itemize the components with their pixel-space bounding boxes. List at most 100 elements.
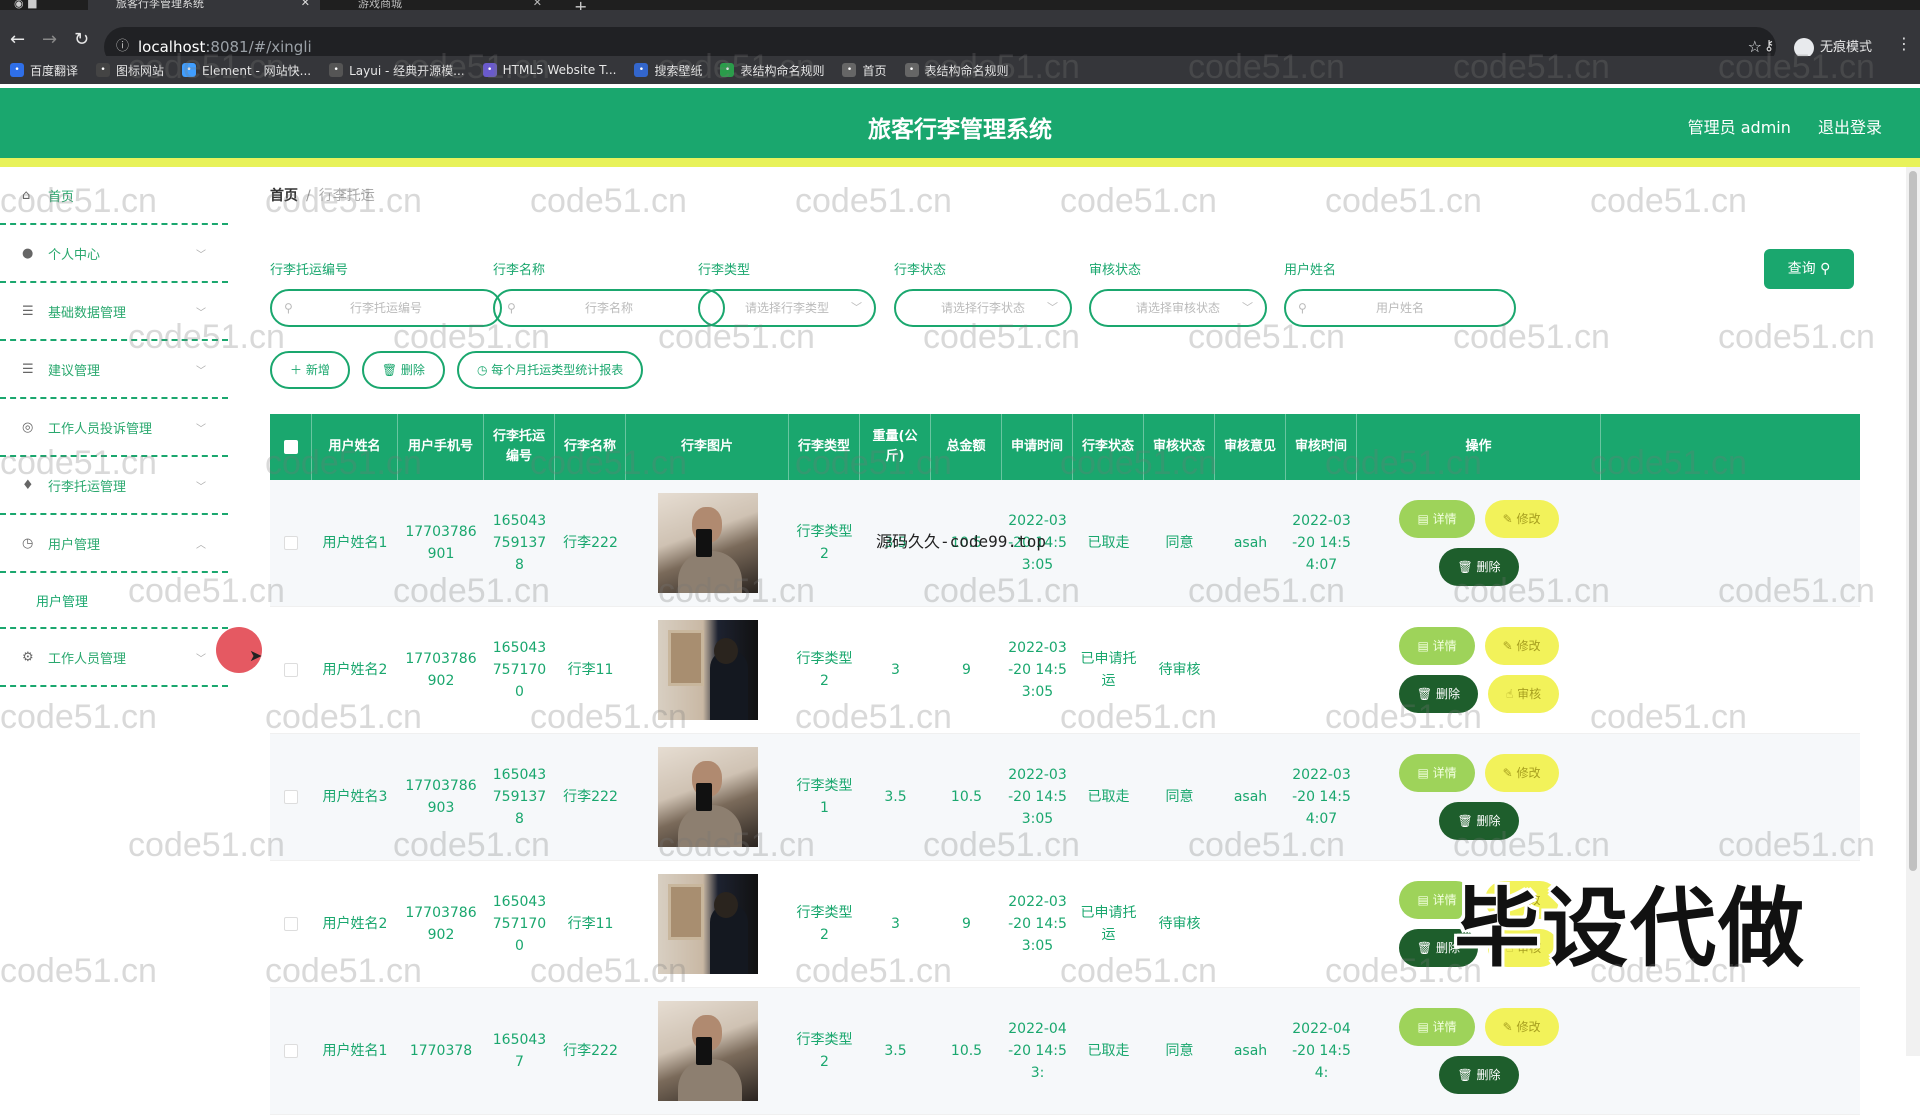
- bookmark-item[interactable]: •百度翻译: [10, 62, 78, 79]
- browser-tab-active[interactable]: 旅客行李管理系统 ✕: [88, 0, 320, 10]
- detail-icon: ▤: [1417, 1020, 1432, 1034]
- edit-button[interactable]: ✎ 修改: [1485, 627, 1559, 665]
- row-checkbox[interactable]: [284, 536, 298, 550]
- photo-phone: [696, 1037, 712, 1065]
- incognito-profile[interactable]: 无痕模式: [1794, 36, 1872, 58]
- bookmark-label: Element - 网站快...: [202, 62, 311, 79]
- bookmark-item[interactable]: •首页: [842, 62, 886, 79]
- edit-button-label: 修改: [1517, 766, 1541, 780]
- del-icon: 🗑: [1417, 941, 1436, 955]
- detail-button[interactable]: ▤ 详情: [1399, 627, 1474, 665]
- cell-audit-time: [1286, 607, 1357, 733]
- delete-button[interactable]: 🗑 删除: [1439, 802, 1518, 840]
- filter-select[interactable]: 请选择行李状态﹀: [894, 289, 1072, 327]
- detail-icon: ▤: [1417, 893, 1432, 907]
- detail-button[interactable]: ▤ 详情: [1399, 500, 1474, 538]
- sidebar-item[interactable]: ◷用户管理︿: [0, 515, 228, 573]
- cell-code: 1650437591378: [484, 480, 555, 606]
- filter-input[interactable]: ⚲行李名称: [493, 289, 725, 327]
- query-button[interactable]: 查询 ⚲: [1764, 249, 1854, 289]
- select-all-checkbox[interactable]: [284, 440, 298, 454]
- bookmark-item[interactable]: •Element - 网站快...: [182, 62, 311, 79]
- logout-link[interactable]: 退出登录: [1818, 118, 1882, 137]
- audit-button[interactable]: ☝ 审核: [1488, 675, 1559, 713]
- cell-code: 1650437571700: [484, 861, 555, 987]
- row-checkbox[interactable]: [284, 663, 298, 677]
- chevron-up-icon: ︿: [196, 536, 206, 551]
- edit-button[interactable]: ✎ 修改: [1485, 1008, 1559, 1046]
- cell-code: 1650437: [484, 988, 555, 1114]
- app-header: 旅客行李管理系统 管理员 admin 退出登录: [0, 88, 1920, 158]
- detail-button[interactable]: ▤ 详情: [1399, 754, 1474, 792]
- window-controls-icon[interactable]: ◉ ■: [14, 0, 38, 8]
- edit-icon: ✎: [1503, 639, 1517, 653]
- bookmark-item[interactable]: •表结构命名规则: [905, 62, 1009, 79]
- bookmark-item[interactable]: •HTML5 Website T...: [483, 63, 617, 77]
- detail-button[interactable]: ▤ 详情: [1399, 1008, 1474, 1046]
- delete-button[interactable]: 🗑 删除: [1439, 548, 1518, 586]
- add-button[interactable]: ＋ 新增: [270, 351, 350, 389]
- filter-placeholder: 行李名称: [585, 301, 633, 315]
- luggage-photo[interactable]: [658, 747, 758, 847]
- filter-select[interactable]: 请选择行李类型﹀: [698, 289, 876, 327]
- bookmarks-bar: •百度翻译 •图标网站 •Element - 网站快... •Layui - 经典开源…: [0, 56, 1920, 84]
- column-header: 行李类型: [789, 414, 860, 480]
- sidebar-item[interactable]: ◎工作人员投诉管理﹀: [0, 399, 228, 457]
- report-button[interactable]: ◷ 每个月托运类型统计报表: [457, 351, 643, 389]
- cell-apply-time: 2022-03-20 14:53:05: [1002, 607, 1073, 733]
- back-icon[interactable]: ←: [10, 29, 25, 50]
- edit-button[interactable]: ✎ 修改: [1485, 754, 1559, 792]
- breadcrumb-home[interactable]: 首页: [270, 188, 298, 204]
- reload-icon[interactable]: ↻: [74, 29, 89, 50]
- cell-audit-time: 2022-03-20 14:54:07: [1286, 480, 1357, 606]
- bookmark-item[interactable]: •Layui - 经典开源模...: [329, 62, 464, 79]
- cell-apply-time: 2022-04-20 14:53:: [1002, 988, 1073, 1114]
- filter-input[interactable]: ⚲用户姓名: [1284, 289, 1516, 327]
- admin-label: 管理员 admin: [1688, 118, 1791, 137]
- del-icon: 🗑: [1457, 560, 1476, 574]
- luggage-photo[interactable]: [658, 1001, 758, 1101]
- edit-button-label: 修改: [1517, 639, 1541, 653]
- cell-amount: 10.5: [931, 734, 1002, 860]
- sidebar-item[interactable]: ●个人中心﹀: [0, 225, 228, 283]
- browser-menu-icon[interactable]: ⋮: [1896, 34, 1912, 53]
- row-checkbox[interactable]: [284, 790, 298, 804]
- sidebar-item[interactable]: ☰基础数据管理﹀: [0, 283, 228, 341]
- cell-status: 已申请托运: [1073, 607, 1144, 733]
- sidebar-item[interactable]: ⌂首页: [0, 167, 228, 225]
- edit-button[interactable]: ✎ 修改: [1485, 500, 1559, 538]
- luggage-photo[interactable]: [658, 620, 758, 720]
- bookmark-item[interactable]: •图标网站: [96, 62, 164, 79]
- report-button-label: 每个月托运类型统计报表: [491, 363, 623, 377]
- delete-button[interactable]: 🗑 删除: [1439, 1056, 1518, 1094]
- row-checkbox[interactable]: [284, 917, 298, 931]
- bookmark-item[interactable]: •表结构命名规则: [720, 62, 824, 79]
- key-icon[interactable]: ⚷: [1764, 38, 1774, 54]
- delete-button[interactable]: 🗑 删除: [1399, 675, 1478, 713]
- breadcrumb: 首页/行李托运: [270, 185, 375, 205]
- sidebar-item-label: 个人中心: [48, 244, 100, 263]
- sidebar-item-label: 基础数据管理: [48, 302, 126, 321]
- browser-tab[interactable]: 游戏商城 ✕: [330, 0, 552, 10]
- filter-select[interactable]: 请选择审核状态﹀: [1089, 289, 1267, 327]
- sidebar-item[interactable]: ⚙工作人员管理﹀: [0, 629, 228, 687]
- luggage-photo[interactable]: [658, 874, 758, 974]
- sidebar-item[interactable]: ☰建议管理﹀: [0, 341, 228, 399]
- header-user-area: 管理员 admin 退出登录: [1666, 114, 1882, 138]
- page-scrollbar[interactable]: [1906, 167, 1920, 1056]
- photo-cell: [626, 607, 789, 733]
- forward-icon[interactable]: →: [42, 29, 57, 50]
- filter-input[interactable]: ⚲行李托运编号: [270, 289, 502, 327]
- cell-status: 已申请托运: [1073, 861, 1144, 987]
- table-header: 用户姓名用户手机号行李托运编号行李名称行李图片行李类型重量(公斤)总金额申请时间…: [270, 414, 1860, 480]
- close-tab-icon[interactable]: ✕: [533, 0, 542, 7]
- luggage-photo[interactable]: [658, 493, 758, 593]
- batch-delete-button[interactable]: 🗑 删除: [362, 351, 445, 389]
- close-tab-icon[interactable]: ✕: [301, 0, 310, 7]
- sidebar-subitem-user-management[interactable]: 用户管理: [0, 573, 228, 629]
- photo-cell: [626, 861, 789, 987]
- bookmark-item[interactable]: •搜索壁纸: [634, 62, 702, 79]
- scrollbar-thumb[interactable]: [1909, 171, 1917, 871]
- cell-audit: 同意: [1144, 480, 1215, 606]
- sidebar-item[interactable]: ♦行李托运管理﹀: [0, 457, 228, 515]
